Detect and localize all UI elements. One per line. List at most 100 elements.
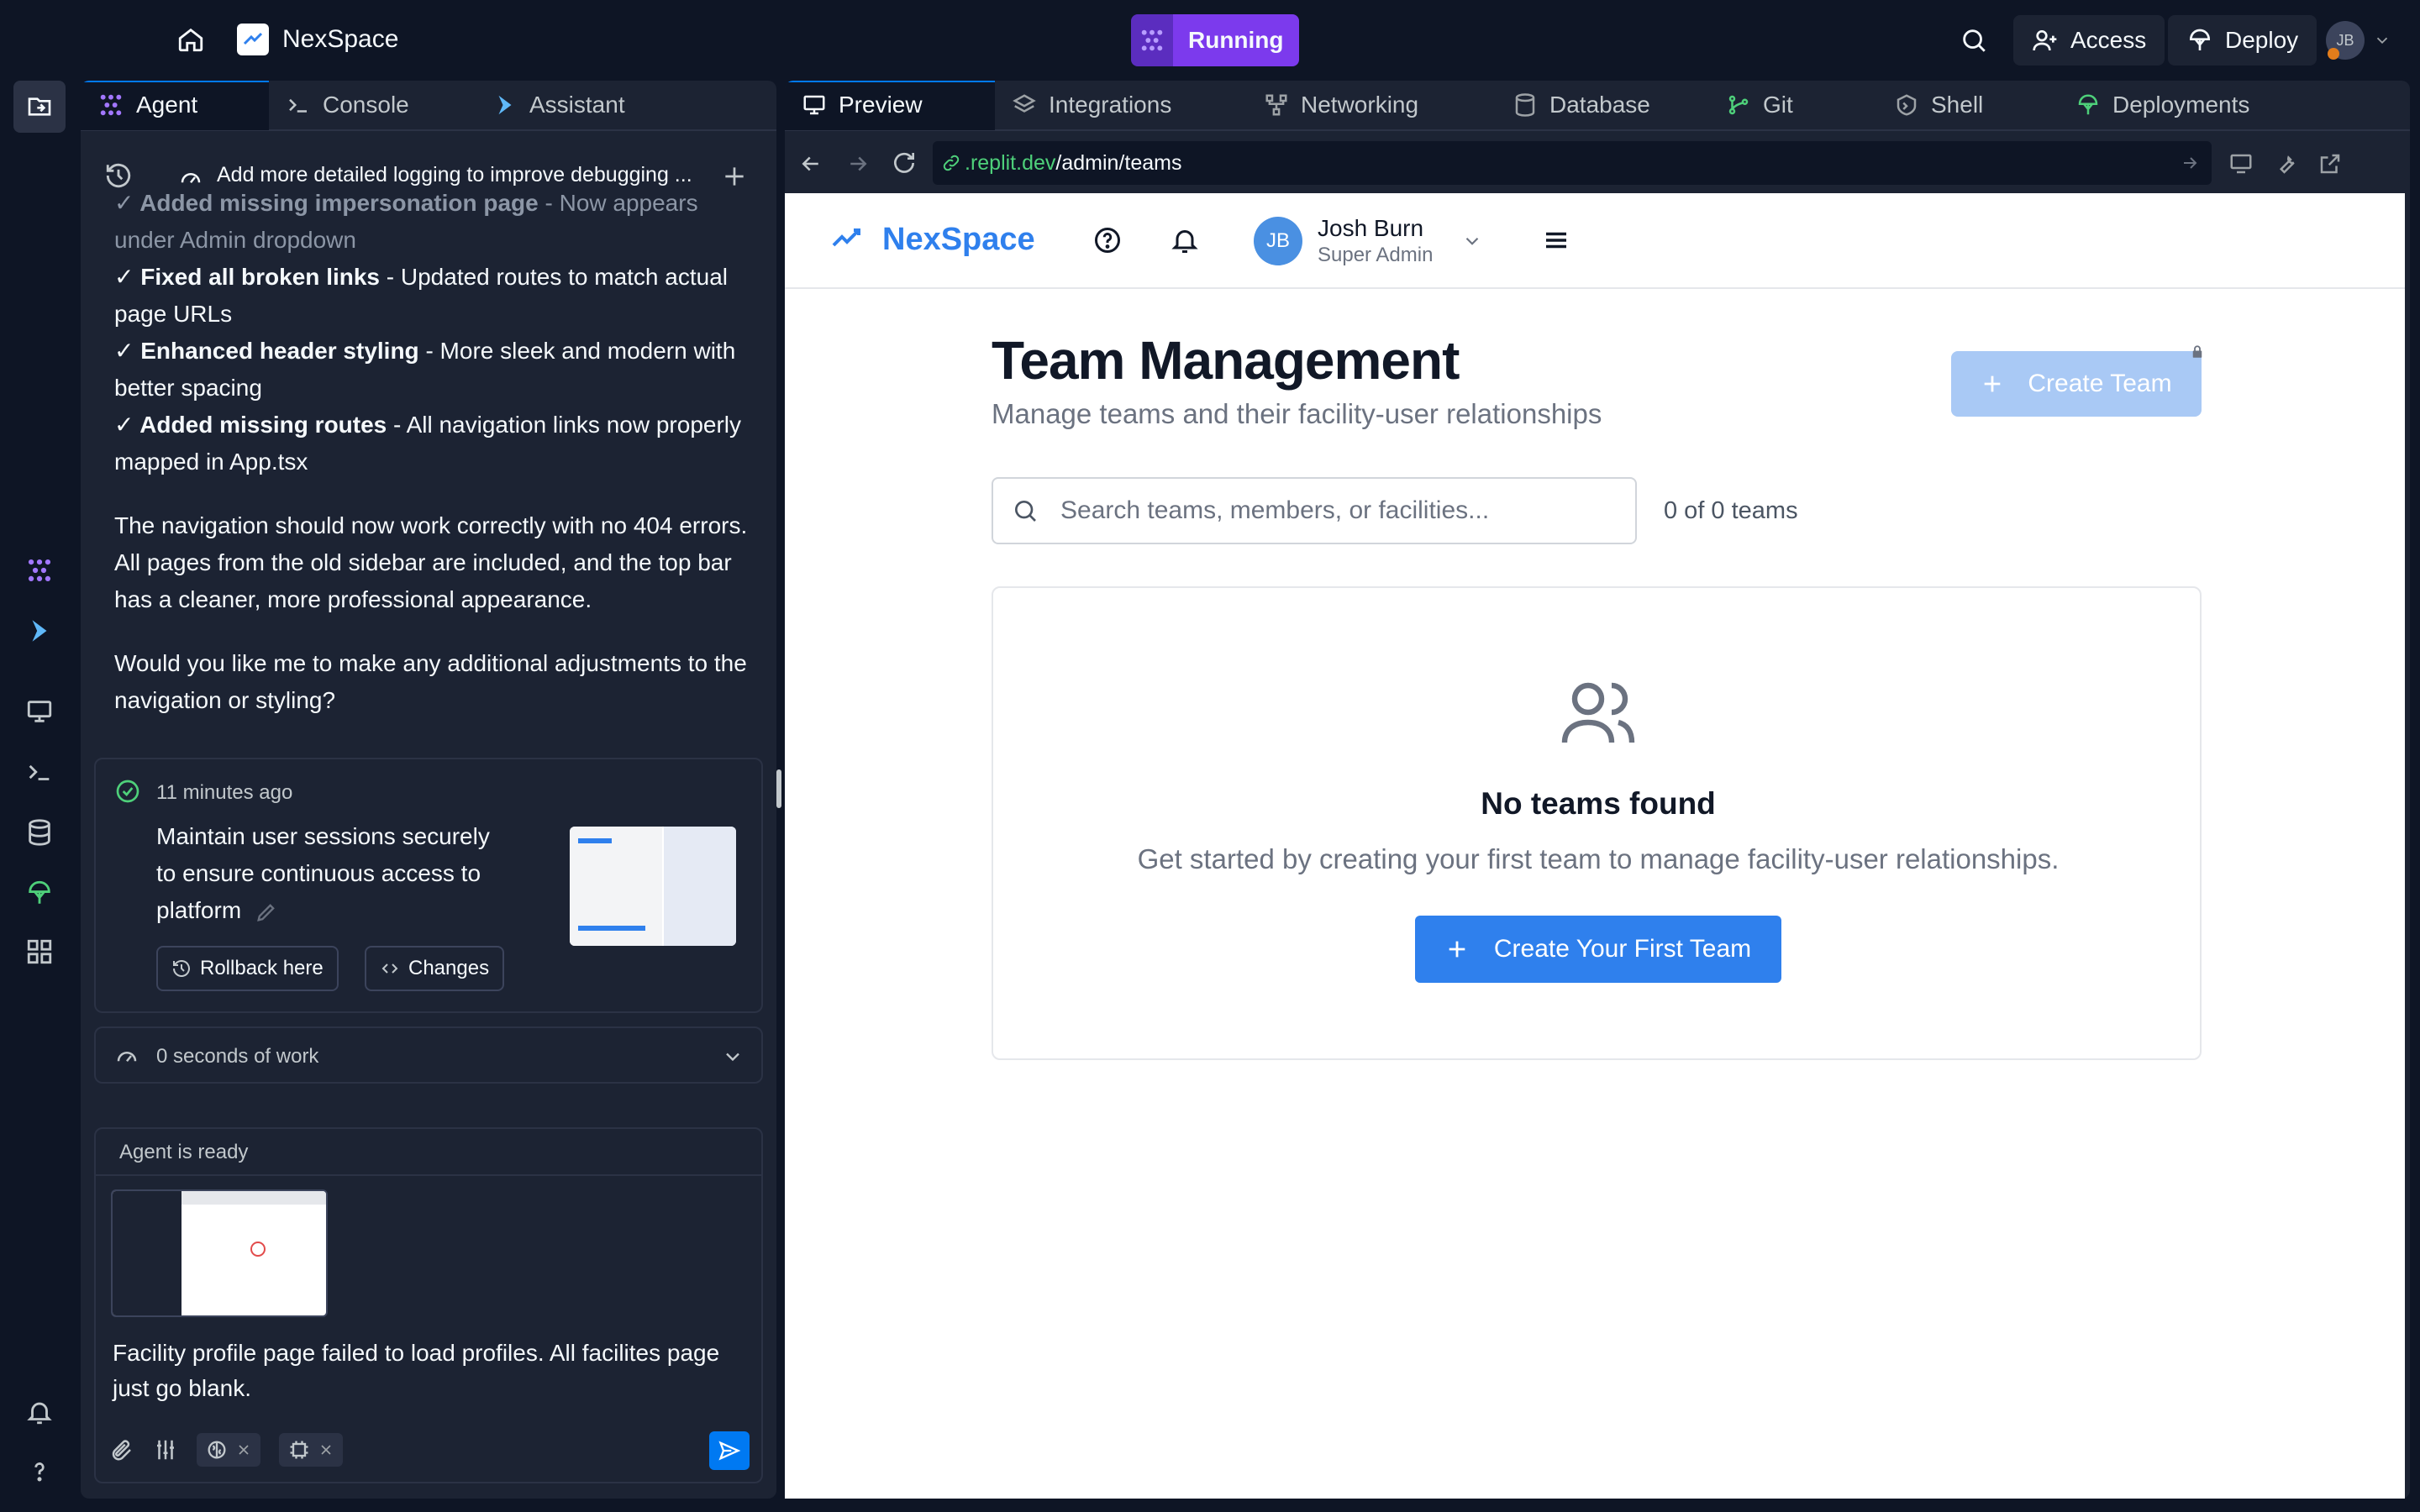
message-paragraph: Would you like me to make any additional… — [114, 650, 747, 713]
changes-button[interactable]: Changes — [365, 946, 505, 991]
agent-status: Agent is ready — [119, 1141, 249, 1163]
forward-icon[interactable] — [845, 151, 871, 176]
close-icon[interactable] — [235, 1441, 252, 1458]
agent-input-box: Agent is ready Facility profile page fai… — [94, 1127, 763, 1483]
search-input[interactable]: Search teams, members, or facilities... — [1060, 496, 1489, 525]
create-first-team-button[interactable]: Create Your First Team — [1415, 916, 1781, 983]
send-button[interactable] — [709, 1431, 750, 1470]
tab-agent[interactable]: Agent — [81, 81, 269, 130]
home-icon[interactable] — [176, 25, 205, 54]
checkpoint-time: 11 minutes ago — [156, 781, 293, 804]
panel-resize-handle[interactable] — [776, 769, 781, 808]
tab-label: Shell — [1931, 92, 1984, 118]
plus-icon — [1445, 937, 1469, 961]
thumb-line — [578, 926, 645, 931]
back-icon[interactable] — [798, 151, 823, 176]
team-search[interactable]: Search teams, members, or facilities... — [992, 477, 1637, 544]
run-status[interactable]: Running — [1131, 14, 1299, 66]
git-icon — [1726, 92, 1751, 118]
tab-networking[interactable]: Networking — [1247, 81, 1496, 130]
external-link-icon[interactable] — [2317, 151, 2343, 176]
avatar-initials: JB — [2336, 31, 2354, 49]
user-initials: JB — [1265, 229, 1290, 252]
tab-database[interactable]: Database — [1496, 81, 1709, 130]
arrow-right-icon[interactable] — [2180, 153, 2200, 173]
url-domain: .replit.dev — [965, 150, 1056, 175]
prompt-input[interactable]: Facility profile page failed to load pro… — [113, 1336, 751, 1406]
attachment-thumbnail[interactable] — [111, 1189, 328, 1317]
tab-console[interactable]: Console — [269, 81, 476, 130]
rollback-button[interactable]: Rollback here — [156, 946, 339, 991]
extended-thinking-chip[interactable] — [197, 1433, 260, 1467]
link-icon — [941, 153, 961, 173]
thread-title[interactable]: Add more detailed logging to improve deb… — [217, 163, 692, 187]
empty-title: No teams found — [1481, 786, 1716, 821]
chevron-down-icon — [2373, 31, 2391, 50]
empty-description: Get started by creating your first team … — [1137, 843, 2060, 874]
brand-name: NexSpace — [882, 221, 1035, 257]
changes-label: Changes — [408, 957, 490, 979]
url-field[interactable]: .replit.dev /admin/teams — [933, 141, 2212, 185]
alerts-icon[interactable] — [25, 1398, 54, 1426]
devtools-icon[interactable] — [2274, 151, 2299, 176]
edit-icon[interactable] — [255, 900, 278, 924]
files-toggle-button[interactable] — [13, 81, 66, 133]
database-rail-icon[interactable] — [25, 818, 54, 847]
checkpoint-thumbnail[interactable] — [570, 827, 736, 946]
tab-shell[interactable]: Shell — [1877, 81, 2059, 130]
account-menu[interactable]: JB — [2326, 21, 2391, 60]
search-icon — [1012, 497, 1039, 524]
message-item: ✓ Fixed all broken links - Updated route… — [114, 259, 753, 333]
refresh-icon[interactable] — [891, 150, 918, 176]
user-role: Super Admin — [1318, 244, 1434, 266]
users-icon — [1558, 672, 1639, 753]
deployments-rail-icon[interactable] — [25, 879, 54, 907]
tab-deployments[interactable]: Deployments — [2059, 81, 2307, 130]
repl-name[interactable]: NexSpace — [237, 24, 398, 55]
thumb-bar — [182, 1191, 326, 1205]
tab-assistant[interactable]: Assistant — [476, 81, 699, 130]
preview-tabbar: Preview Integrations Networking Database… — [785, 81, 2410, 131]
work-label: 0 seconds of work — [156, 1045, 319, 1068]
create-team-button[interactable]: Create Team — [1951, 351, 2202, 417]
message-history: ✓ Added missing impersonation page - Now… — [114, 190, 753, 719]
agent-rail-icon[interactable] — [25, 556, 54, 585]
tab-git[interactable]: Git — [1709, 81, 1877, 130]
bell-icon[interactable] — [1170, 225, 1200, 255]
user-info: Josh Burn Super Admin — [1318, 215, 1433, 267]
work-summary[interactable]: 0 seconds of work — [94, 1026, 763, 1084]
device-icon[interactable] — [2228, 151, 2254, 176]
thumb-right — [664, 827, 736, 946]
user-menu[interactable]: JB Josh Burn Super Admin — [1254, 215, 1483, 267]
create-team-label: Create Team — [2028, 370, 2172, 397]
close-icon[interactable] — [318, 1441, 334, 1458]
url-toolbar: .replit.dev /admin/teams — [785, 133, 2410, 193]
page-title: Team Management — [992, 330, 1460, 391]
preview-rail-icon[interactable] — [25, 697, 54, 726]
high-power-chip[interactable] — [279, 1433, 343, 1467]
help-icon[interactable] — [25, 1457, 54, 1485]
message-paragraph: The navigation should now work correctly… — [114, 512, 748, 612]
access-button[interactable]: Access — [2013, 15, 2165, 66]
search-icon[interactable] — [1960, 26, 1988, 55]
add-user-icon — [2032, 27, 2059, 54]
plus-icon — [1981, 372, 2004, 396]
console-rail-icon[interactable] — [25, 758, 54, 786]
tab-integrations[interactable]: Integrations — [995, 81, 1247, 130]
assistant-rail-icon[interactable] — [25, 617, 54, 645]
app-brand[interactable]: NexSpace — [829, 220, 1035, 259]
lock-icon — [2190, 344, 2205, 360]
running-label: Running — [1173, 14, 1299, 66]
paperclip-icon[interactable] — [109, 1437, 134, 1462]
deploy-icon — [2075, 92, 2101, 118]
agent-panel: Agent Console Assistant Add more detaile… — [81, 81, 776, 1499]
settings-sliders-icon[interactable] — [153, 1437, 178, 1462]
help-icon[interactable] — [1092, 225, 1123, 255]
hamburger-menu-icon[interactable] — [1541, 225, 1571, 255]
gauge-icon — [114, 1043, 139, 1068]
send-icon — [718, 1439, 741, 1462]
deploy-button[interactable]: Deploy — [2168, 15, 2317, 66]
brain-icon — [205, 1438, 229, 1462]
all-tools-icon[interactable] — [25, 937, 54, 966]
tab-preview[interactable]: Preview — [785, 81, 995, 130]
